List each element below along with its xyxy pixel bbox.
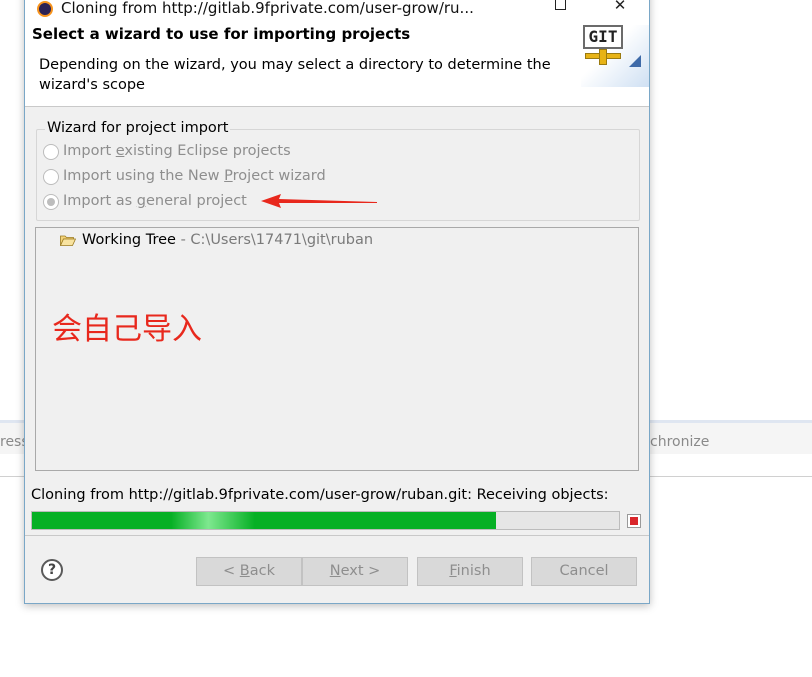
git-logo-icon: GIT [581, 25, 649, 87]
maximize-icon [554, 0, 566, 10]
import-wizard-dialog: Cloning from http://gitlab.9fprivate.com… [24, 0, 650, 604]
stop-button[interactable] [627, 514, 641, 528]
radio-button[interactable] [43, 144, 59, 160]
background-label-right: chronize [650, 434, 710, 450]
tree-item-path: - C:\Users\17471\git\ruban [175, 232, 374, 248]
maximize-button[interactable] [545, 0, 575, 15]
back-button[interactable]: < Back [196, 557, 302, 586]
tree-item-name: Working Tree [82, 232, 176, 248]
red-arrow-annotation [261, 194, 377, 208]
pipe-joint-shape [599, 49, 607, 65]
progress-fill [32, 512, 496, 529]
git-logo-text: GIT [583, 25, 623, 49]
option-label: Import using the New Project wizard [63, 168, 326, 184]
group-legend: Wizard for project import [45, 120, 231, 136]
working-tree-panel: Working Tree - C:\Users\17471\git\ruban … [35, 227, 639, 471]
wizard-heading: Select a wizard to use for importing pro… [32, 25, 411, 43]
open-folder-icon [60, 235, 76, 246]
cancel-button[interactable]: Cancel [531, 557, 637, 586]
handwritten-annotation: 会自己导入 [52, 312, 202, 347]
title-bar[interactable]: Cloning from http://gitlab.9fprivate.com… [25, 0, 649, 19]
eclipse-icon [37, 1, 53, 17]
radio-button[interactable] [43, 169, 59, 185]
next-button[interactable]: Next > [302, 557, 408, 586]
progress-status-text: Cloning from http://gitlab.9fprivate.com… [31, 487, 609, 503]
radio-button-selected[interactable] [43, 194, 59, 210]
button-bar-divider [25, 535, 649, 536]
corner-triangle-icon [629, 55, 641, 67]
option-label: Import existing Eclipse projects [63, 143, 291, 159]
finish-button[interactable]: Finish [417, 557, 523, 586]
option-label: Import as general project [63, 193, 247, 209]
progress-bar [31, 511, 620, 530]
wizard-description: Depending on the wizard, you may select … [39, 57, 551, 93]
close-button[interactable]: ✕ [605, 0, 635, 15]
window-title: Cloning from http://gitlab.9fprivate.com… [61, 0, 474, 17]
close-icon: ✕ [613, 0, 627, 14]
help-button[interactable]: ? [41, 559, 63, 581]
wizard-header: Select a wizard to use for importing pro… [25, 19, 649, 107]
